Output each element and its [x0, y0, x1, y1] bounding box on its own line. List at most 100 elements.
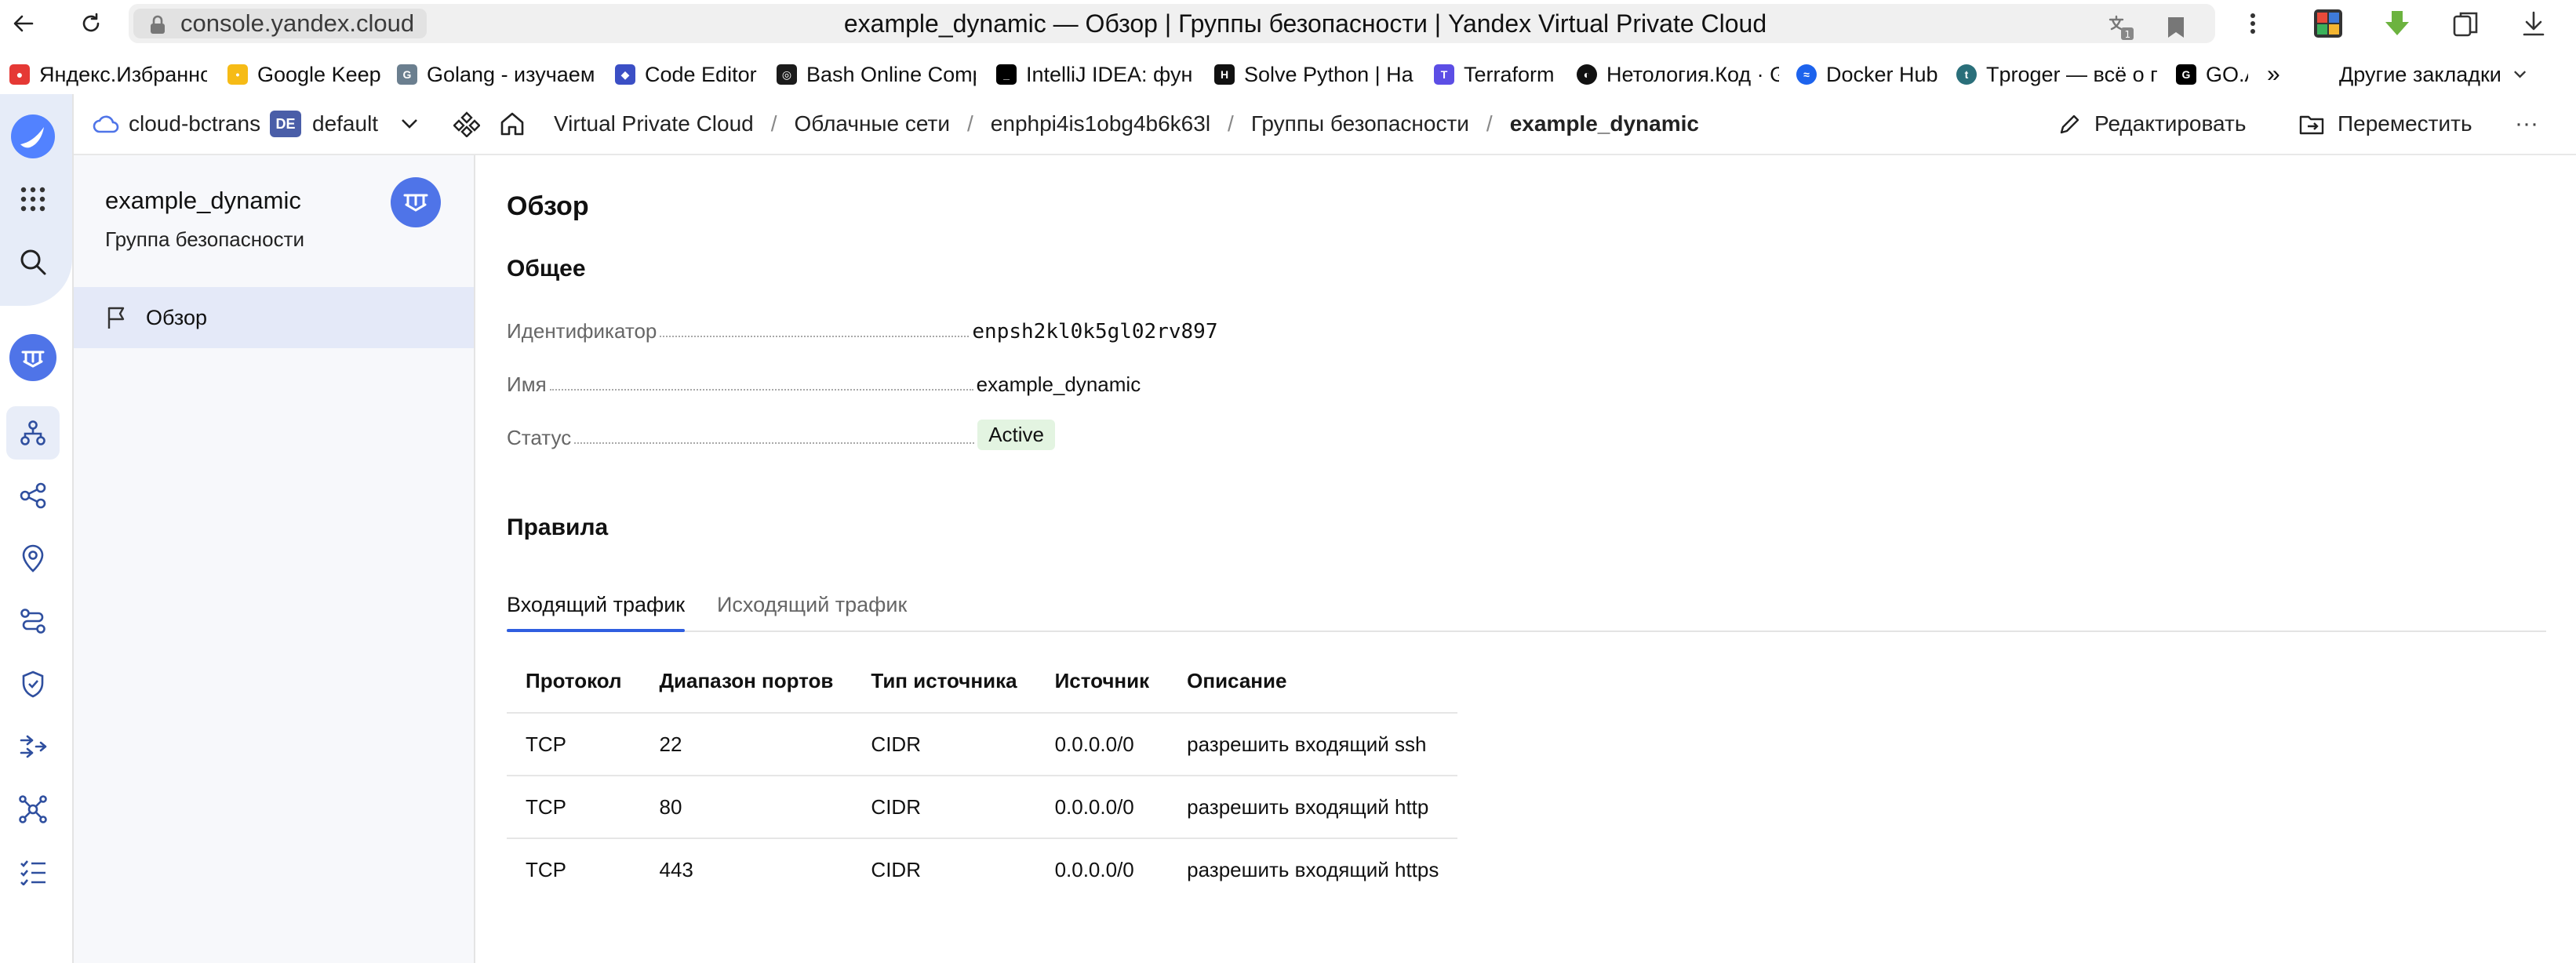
breadcrumb-separator: /: [1486, 111, 1493, 136]
cloud-selector[interactable]: cloud-bctrans: [93, 94, 260, 154]
rail-gateways[interactable]: [6, 720, 60, 773]
tab-ingress[interactable]: Входящий трафик: [507, 579, 686, 632]
cell-port-range: 22: [640, 712, 853, 776]
rules-table: Протокол Диапазон портов Тип источника И…: [507, 649, 1458, 900]
translate-button[interactable]: 1: [2105, 12, 2137, 43]
home-button[interactable]: [499, 94, 526, 154]
resource-map-button[interactable]: [453, 94, 480, 154]
hackerrank-icon: H: [1214, 64, 1235, 85]
bookmark-code-editor[interactable]: ◆ Code Editor: [615, 60, 761, 89]
bookmark-goa[interactable]: G GO.A: [2176, 60, 2248, 89]
extension-button[interactable]: [2312, 8, 2344, 39]
cell-source-type: CIDR: [852, 838, 1036, 900]
address-bar[interactable]: console.yandex.cloud example_dynamic — О…: [129, 4, 2215, 43]
bookmark-tproger[interactable]: t Tproger — всё о программировании: [1956, 60, 2157, 89]
tab-egress[interactable]: Исходящий трафик: [717, 579, 907, 630]
all-services-button[interactable]: [6, 173, 60, 226]
pencil-icon: [2060, 114, 2079, 134]
download-manager-button[interactable]: [2381, 8, 2413, 39]
cell-port-range: 443: [640, 838, 853, 900]
green-download-icon: [2385, 11, 2409, 35]
bookmark-intellij[interactable]: _ IntelliJ IDEA: функции: [996, 60, 1192, 89]
move-button[interactable]: Переместить: [2298, 94, 2472, 154]
breadcrumb-security-groups[interactable]: Группы безопасности: [1251, 111, 1469, 136]
sidebar-item-overview[interactable]: Обзор: [74, 287, 474, 348]
rail-operations[interactable]: [6, 845, 60, 899]
kebab-menu-icon: [2250, 13, 2255, 34]
field-value-id[interactable]: enpsh2kl0k5gl02rv897: [972, 320, 1217, 343]
main-content: Обзор Общее Идентификатор enpsh2kl0k5gl0…: [475, 155, 2576, 963]
breadcrumb-current: example_dynamic: [1509, 111, 1699, 136]
more-bookmarks-button[interactable]: »: [2267, 60, 2290, 89]
collections-button[interactable]: [2450, 8, 2482, 39]
resource-type: Группа безопасности: [105, 227, 304, 251]
bookmark-yandex-collections[interactable]: ● Яндекс.Избранное: [9, 60, 207, 89]
grid-dots-icon: [20, 187, 45, 212]
edit-button[interactable]: Редактировать: [2058, 94, 2246, 154]
other-bookmarks-folder[interactable]: Другие закладки: [2339, 60, 2527, 89]
leader-dots: [574, 442, 975, 444]
rail-addresses[interactable]: [6, 469, 60, 522]
bookmark-google-keep[interactable]: • Google Keep: [227, 60, 383, 89]
breadcrumb-cloud-networks[interactable]: Облачные сети: [795, 111, 951, 136]
breadcrumb-vpc[interactable]: Virtual Private Cloud: [554, 111, 754, 136]
lock-icon: [151, 15, 165, 34]
column-header-port-range: Диапазон портов: [659, 668, 834, 692]
rail-ip-addresses[interactable]: [6, 532, 60, 585]
breadcrumb: Virtual Private Cloud / Облачные сети / …: [554, 94, 1699, 154]
field-label: Статус: [507, 426, 572, 449]
service-rail: [0, 94, 74, 963]
folder-avatar: DE: [270, 111, 301, 137]
rail-routing-tables[interactable]: [6, 594, 60, 648]
bookmark-bash-online[interactable]: ◎ Bash Online Compiler: [777, 60, 976, 89]
cell-description: разрешить входящий ssh: [1168, 712, 1458, 776]
back-button[interactable]: [8, 8, 39, 39]
bookmark-hackerrank[interactable]: H Solve Python | HackerRank: [1214, 60, 1414, 89]
search-button[interactable]: [6, 235, 60, 289]
field-label: Имя: [507, 372, 547, 396]
location-pin-icon: [22, 544, 44, 572]
bookmark-button[interactable]: [2160, 12, 2192, 43]
folder-selector[interactable]: DE default: [270, 94, 419, 154]
intellij-icon: _: [996, 64, 1017, 85]
rail-cloud-networks[interactable]: [6, 406, 60, 460]
reload-button[interactable]: [75, 8, 107, 39]
gateway-arrows-icon: [20, 735, 47, 758]
cloud-icon: [93, 115, 119, 133]
cell-source: 0.0.0.0/0: [1035, 775, 1169, 838]
table-row[interactable]: TCP 22 CIDR 0.0.0.0/0 разрешить входящий…: [507, 712, 1458, 776]
general-section-heading: Общее: [507, 256, 586, 282]
downloads-button[interactable]: [2518, 8, 2549, 39]
bookmark-terraform[interactable]: T Terraform: [1434, 60, 1570, 89]
breadcrumb-separator: /: [1228, 111, 1234, 136]
browser-menu-button[interactable]: [2237, 8, 2269, 39]
more-actions-button[interactable]: ···: [2515, 94, 2538, 154]
yandex-cloud-logo-button[interactable]: [6, 110, 60, 163]
cell-source: 0.0.0.0/0: [1035, 838, 1169, 900]
table-row[interactable]: TCP 80 CIDR 0.0.0.0/0 разрешить входящий…: [507, 775, 1458, 838]
search-icon: [20, 249, 46, 275]
vpc-network-icon: [9, 334, 56, 381]
cell-source-type: CIDR: [852, 775, 1036, 838]
rail-security-groups[interactable]: [6, 657, 60, 710]
cell-description: разрешить входящий https: [1168, 838, 1458, 900]
bookmark-netology-github[interactable]: ◐ Нетология.Код · GitHub: [1577, 60, 1779, 89]
rail-network-map[interactable]: [6, 783, 60, 836]
url-field[interactable]: console.yandex.cloud: [133, 9, 428, 38]
field-id: Идентификатор enpsh2kl0k5gl02rv897: [507, 312, 1217, 343]
bash-icon: ◎: [777, 64, 797, 85]
gopher-icon: G: [397, 64, 417, 85]
table-row[interactable]: TCP 443 CIDR 0.0.0.0/0 разрешить входящи…: [507, 838, 1458, 900]
vpc-service-button[interactable]: [6, 331, 60, 384]
breadcrumb-network-id[interactable]: enphpi4is1obg4b6k63l: [991, 111, 1210, 136]
bookmark-docker-hub[interactable]: ≈ Docker Hub: [1796, 60, 1941, 89]
sidebar-item-label: Обзор: [146, 305, 207, 329]
code-editor-icon: ◆: [615, 64, 635, 85]
field-status: Статус Active: [507, 419, 1213, 450]
extension-mosaic-icon: [2314, 9, 2342, 38]
arrow-left-icon: [13, 15, 34, 32]
bookmark-golang[interactable]: G Golang - изучаем: [397, 60, 596, 89]
flag-icon: [107, 307, 125, 329]
chevron-down-icon: [402, 119, 417, 129]
shield-icon: [22, 670, 44, 698]
